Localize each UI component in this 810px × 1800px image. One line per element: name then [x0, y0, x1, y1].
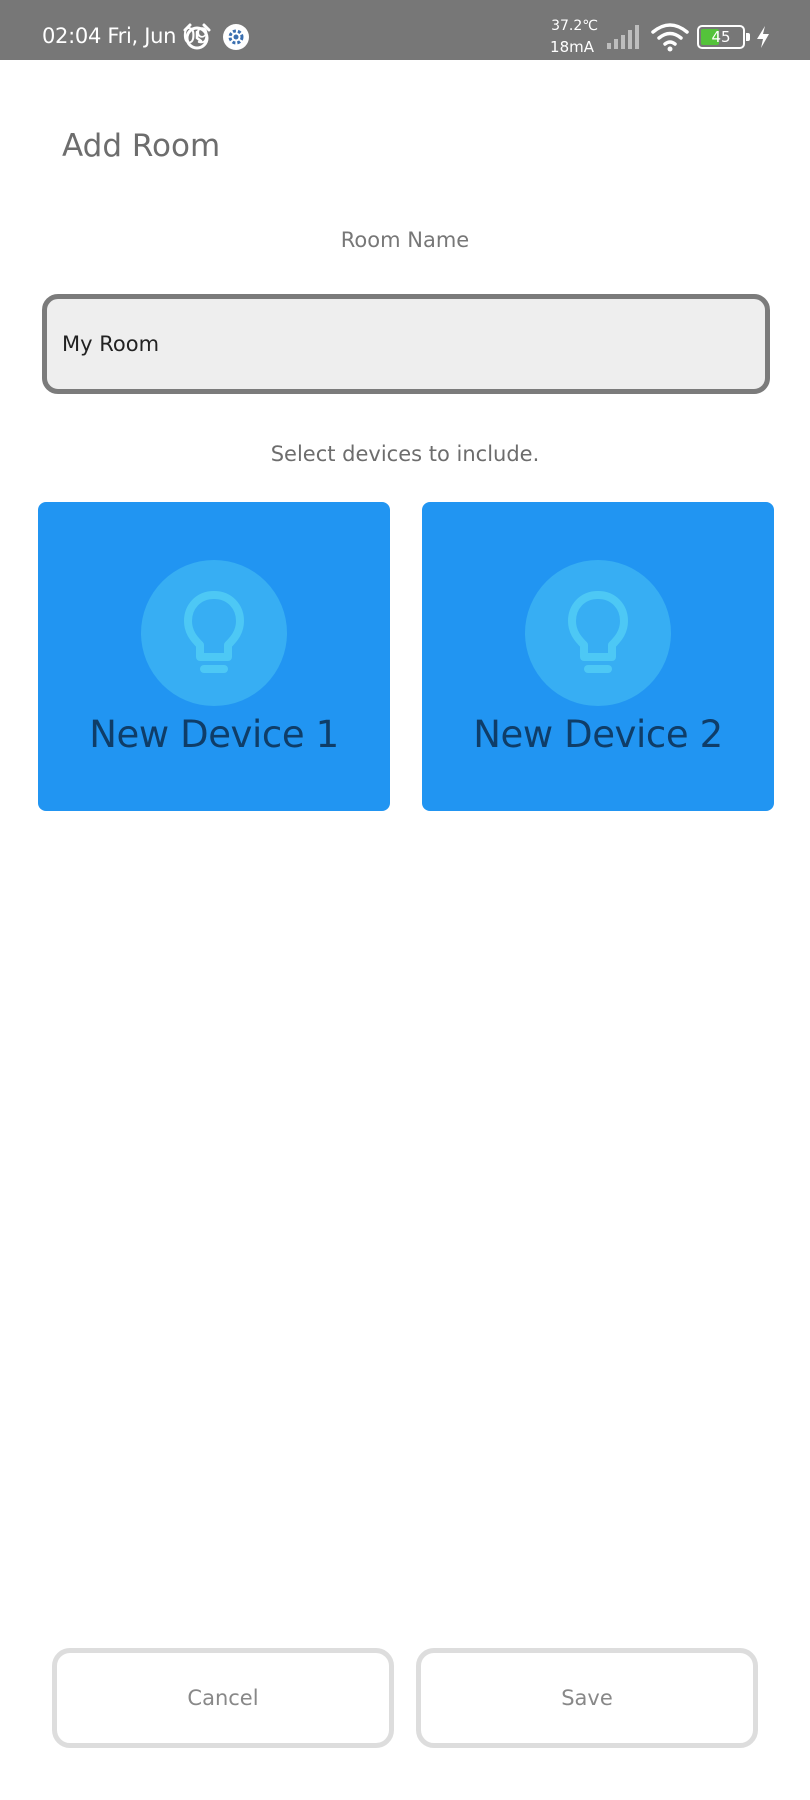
device-icon-circle — [141, 560, 287, 706]
page-title: Add Room — [62, 128, 221, 164]
alarm-clock-icon — [182, 22, 212, 52]
battery-icon: 45 — [697, 25, 751, 49]
battery-level: 45 — [711, 28, 731, 46]
charging-icon — [755, 25, 771, 49]
wifi-icon — [651, 22, 689, 52]
save-button[interactable]: Save — [416, 1648, 758, 1748]
lightbulb-icon — [184, 591, 244, 673]
signal-icon — [606, 24, 642, 50]
cancel-button[interactable]: Cancel — [52, 1648, 394, 1748]
battery-tip — [746, 33, 750, 41]
device-label: New Device 1 — [89, 713, 339, 756]
device-card-2[interactable]: New Device 2 — [422, 502, 774, 811]
status-current: 18mA — [550, 38, 594, 56]
device-card-1[interactable]: New Device 1 — [38, 502, 390, 811]
device-label: New Device 2 — [473, 713, 723, 756]
gear-icon — [222, 23, 250, 51]
device-icon-circle — [525, 560, 671, 706]
room-name-input[interactable] — [42, 294, 770, 394]
status-temperature: 37.2℃ — [551, 18, 598, 34]
lightbulb-icon — [568, 591, 628, 673]
room-name-label: Room Name — [340, 228, 470, 252]
device-selection-instruction: Select devices to include. — [270, 442, 540, 466]
status-bar: 02:04 Fri, Jun 09 37.2℃ 18mA 45 — [0, 0, 810, 60]
